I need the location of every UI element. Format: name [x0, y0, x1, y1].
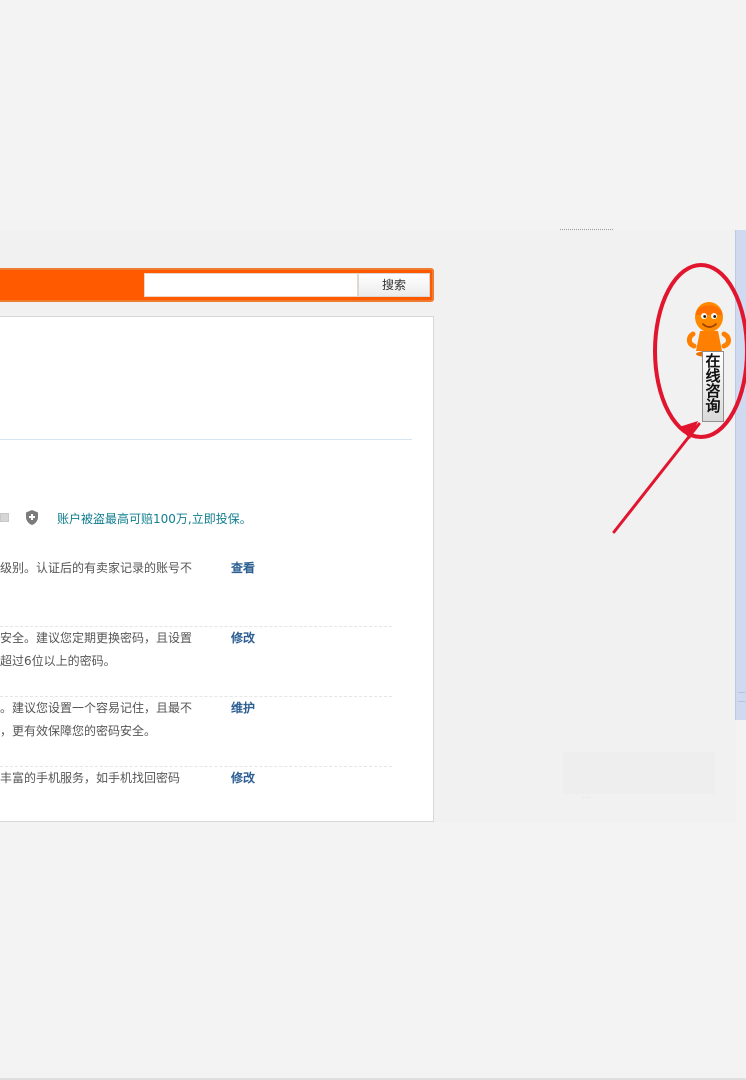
- online-consult-tab[interactable]: 在 线 咨 询: [702, 351, 724, 422]
- security-row: 安全。建议您定期更换密码，且设置 超过6位以上的密码。 修改: [0, 627, 392, 697]
- shield-icon: [26, 510, 38, 525]
- description-line: 级别。认证后的有卖家记录的账号不: [0, 561, 193, 575]
- search-bar: 搜索: [0, 268, 434, 302]
- account-security-panel: 账户被盗最高可赔100万,立即投保。 级别。认证后的有卖家记录的账号不 查看 安…: [0, 316, 434, 822]
- security-row: 丰富的手机服务，如手机找回密码 修改: [0, 767, 392, 821]
- vertical-scrollbar[interactable]: [735, 230, 746, 720]
- security-progress-stub: [0, 513, 9, 522]
- faint-dots: ····: [582, 794, 591, 802]
- faint-background-block: [563, 752, 715, 794]
- top-dotted-line: [560, 229, 613, 231]
- search-button[interactable]: 搜索: [358, 273, 430, 297]
- consult-label-char: 询: [705, 397, 721, 415]
- modify-phone-button[interactable]: 修改: [231, 767, 255, 790]
- view-button[interactable]: 查看: [231, 557, 255, 580]
- scrollbar-grip[interactable]: [738, 692, 745, 702]
- description-line: ，更有效保障您的密码安全。: [0, 724, 157, 738]
- security-row-description: 级别。认证后的有卖家记录的账号不: [0, 557, 204, 580]
- modify-password-button[interactable]: 修改: [231, 627, 255, 650]
- panel-divider: [0, 439, 412, 440]
- description-line: 丰富的手机服务，如手机找回密码: [0, 771, 181, 785]
- security-row-description: 丰富的手机服务，如手机找回密码: [0, 767, 204, 790]
- orange-mascot-icon: [686, 302, 731, 357]
- description-line: 。建议您设置一个容易记住，且最不: [0, 701, 193, 715]
- insurance-link[interactable]: 账户被盗最高可赔100万,立即投保。: [57, 510, 252, 527]
- security-row-description: 安全。建议您定期更换密码，且设置 超过6位以上的密码。: [0, 627, 204, 673]
- description-line: 安全。建议您定期更换密码，且设置: [0, 631, 193, 645]
- online-consult-widget[interactable]: 在 线 咨 询: [686, 297, 736, 424]
- description-line: 超过6位以上的密码。: [0, 654, 116, 668]
- maintain-security-question-button[interactable]: 维护: [231, 697, 255, 720]
- search-input[interactable]: [144, 273, 358, 297]
- security-row-description: 。建议您设置一个容易记住，且最不 ，更有效保障您的密码安全。: [0, 697, 204, 743]
- screenshot-page: 搜索 账户被盗最高可赔100万,立即投保。 级别。认证后的有卖家记录的账号不 查…: [0, 0, 746, 1080]
- security-row: 级别。认证后的有卖家记录的账号不 查看: [0, 557, 392, 627]
- security-row: 。建议您设置一个容易记住，且最不 ，更有效保障您的密码安全。 维护: [0, 697, 392, 767]
